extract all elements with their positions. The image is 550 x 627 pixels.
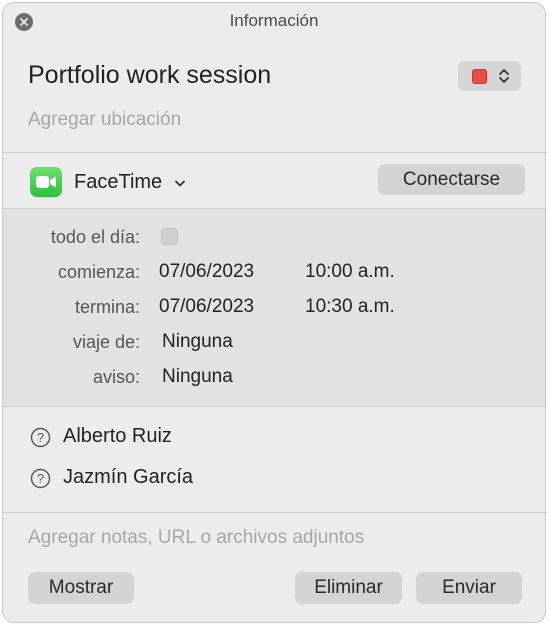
divider bbox=[3, 512, 545, 513]
all-day-label: todo el día: bbox=[50, 227, 140, 247]
end-time-field[interactable]: 10:30 a.m. bbox=[305, 296, 395, 318]
title-bar: Información bbox=[3, 3, 545, 39]
end-date-field[interactable]: 07/06/2023 bbox=[159, 296, 254, 318]
location-field[interactable]: Agregar ubicación bbox=[28, 109, 181, 131]
alert-label: aviso: bbox=[92, 367, 140, 387]
attendee-item[interactable]: ? Jazmín García bbox=[3, 459, 545, 499]
alert-menu[interactable]: Ninguna bbox=[162, 366, 233, 388]
show-button[interactable]: Mostrar bbox=[28, 572, 134, 604]
start-time-field[interactable]: 10:00 a.m. bbox=[305, 261, 395, 283]
calendar-color-picker[interactable] bbox=[458, 61, 521, 91]
calendar-color-swatch bbox=[472, 69, 487, 84]
divider bbox=[3, 406, 545, 407]
connect-button[interactable]: Conectarse bbox=[378, 164, 525, 195]
event-info-window: Información Portfolio work session Agreg… bbox=[2, 2, 546, 623]
svg-text:?: ? bbox=[37, 471, 44, 486]
chevron-down-icon[interactable] bbox=[175, 180, 185, 187]
ends-label: termina: bbox=[74, 297, 140, 317]
svg-text:?: ? bbox=[37, 430, 44, 445]
question-circle-icon: ? bbox=[30, 427, 51, 448]
video-call-app-menu[interactable]: FaceTime bbox=[74, 171, 162, 194]
attendee-name: Alberto Ruiz bbox=[63, 425, 172, 447]
event-details: todo el día: comienza: 07/06/2023 10:00 … bbox=[3, 209, 545, 407]
travel-label: viaje de: bbox=[72, 332, 140, 352]
up-down-chevron-icon bbox=[499, 69, 509, 83]
notes-field[interactable]: Agregar notas, URL o archivos adjuntos bbox=[28, 527, 364, 549]
travel-time-menu[interactable]: Ninguna bbox=[162, 331, 233, 353]
all-day-checkbox[interactable] bbox=[161, 228, 178, 245]
delete-button[interactable]: Eliminar bbox=[295, 572, 402, 604]
send-button[interactable]: Enviar bbox=[416, 572, 522, 604]
attendee-item[interactable]: ? Alberto Ruiz bbox=[3, 418, 545, 458]
window-title: Información bbox=[229, 11, 319, 30]
start-date-field[interactable]: 07/06/2023 bbox=[159, 261, 254, 283]
video-call-row: FaceTime Conectarse bbox=[3, 153, 545, 209]
attendee-name: Jazmín García bbox=[63, 466, 194, 488]
facetime-icon bbox=[30, 167, 62, 197]
question-circle-icon: ? bbox=[30, 468, 51, 489]
starts-label: comienza: bbox=[57, 262, 140, 282]
event-title[interactable]: Portfolio work session bbox=[28, 61, 271, 90]
